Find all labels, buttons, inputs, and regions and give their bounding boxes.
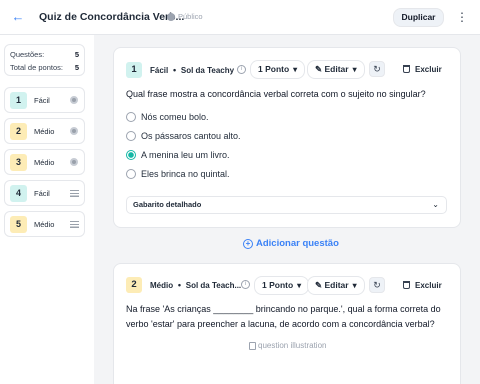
delete-button[interactable]: Excluir [403,281,442,290]
question-meta: Médio • Sol da Teach... [150,280,241,290]
chevron-down-icon: ▾ [293,65,298,74]
source-label: Sol da Teach... [185,281,242,290]
sidebar-question-1[interactable]: 1 Fácil [4,87,85,113]
answer-key-dropdown[interactable]: Gabarito detalhado ⌄ [126,196,447,214]
total-points-label: Total de pontos: [10,63,63,72]
duplicate-button[interactable]: Duplicar [393,8,444,27]
edit-label: Editar [324,64,349,74]
quiz-title[interactable]: Quiz de Concordância Verb... [39,11,184,23]
broken-image-icon [249,341,256,350]
question-number-badge: 5 [10,215,27,233]
chevron-down-icon: ▾ [352,65,357,74]
edit-dropdown[interactable]: ✎ Editar ▾ [307,276,365,295]
trash-icon [403,281,410,289]
add-question-button[interactable]: + Adicionar questão [243,238,339,249]
question-text-line-1: Na frase 'As crianças ________ brincando… [126,304,441,314]
question-difficulty: Médio [34,219,55,229]
back-arrow-icon[interactable]: ← [10,9,26,25]
questions-count-label: Questões: [10,50,45,59]
quiz-summary: Questões: 5 Total de pontos: 5 [4,44,85,76]
radio-button[interactable] [126,131,136,141]
image-alt-text: question illustration [258,341,327,350]
difficulty-label: Fácil [150,66,169,75]
question-difficulty: Fácil [34,188,50,198]
edit-label: Editar [324,280,349,290]
question-text-line-2: verbo 'estar' para preencher a lacuna, d… [126,319,435,329]
radio-button[interactable] [126,112,136,122]
chevron-down-icon: ▾ [352,281,357,290]
kebab-menu-icon[interactable]: ⋮ [455,9,469,25]
points-dropdown[interactable]: 1 Ponto ▾ [254,276,310,295]
text-lines-type-icon [70,220,79,228]
answer-key-label: Gabarito detalhado [133,200,202,209]
option-text: Nós comeu bolo. [141,112,209,122]
question-number-badge: 4 [10,184,27,202]
sidebar-question-2[interactable]: 2 Médio [4,118,85,144]
answer-option[interactable]: Nós comeu bolo. [126,112,209,122]
radio-button[interactable] [126,169,136,179]
points-value: 1 Ponto [258,64,290,74]
points-dropdown[interactable]: 1 Ponto ▾ [250,60,306,79]
question-number-badge: 2 [126,277,142,293]
radio-type-icon [70,158,78,166]
sidebar-question-5[interactable]: 5 Médio [4,211,85,237]
question-text: Qual frase mostra a concordância verbal … [126,89,426,99]
visibility-badge: Público [167,12,203,21]
add-question-label: Adicionar questão [256,238,339,249]
radio-type-icon [70,96,78,104]
points-value: 1 Ponto [262,280,294,290]
question-illustration: question illustration [249,341,326,350]
text-lines-type-icon [70,189,79,197]
visibility-label: Público [178,12,203,21]
info-icon[interactable]: i [237,65,246,74]
info-icon[interactable]: i [241,280,250,289]
question-difficulty: Fácil [34,95,50,105]
question-meta: Fácil • Sol da Teachy [150,65,234,75]
question-number-badge: 1 [10,91,27,109]
chevron-down-icon: ⌄ [432,200,439,209]
refresh-icon[interactable]: ↻ [369,61,385,77]
question-number-badge: 3 [10,153,27,171]
option-text: A menina leu um livro. [141,150,230,160]
question-number-badge: 2 [10,122,27,140]
answer-option-correct[interactable]: A menina leu um livro. [126,150,230,160]
delete-label: Excluir [415,281,442,290]
questions-count-value: 5 [74,50,79,59]
sidebar-question-4[interactable]: 4 Fácil [4,180,85,206]
question-difficulty: Médio [34,126,55,136]
plus-circle-icon: + [243,238,253,249]
chevron-down-icon: ▾ [297,281,302,290]
globe-icon [167,12,175,21]
option-text: Eles brinca no quintal. [141,169,230,179]
top-bar: ← Quiz de Concordância Verb... Público D… [0,0,480,35]
difficulty-label: Médio [150,281,174,290]
separator-dot: • [170,65,179,75]
trash-icon [403,65,410,73]
refresh-icon[interactable]: ↻ [369,277,385,293]
answer-option[interactable]: Eles brinca no quintal. [126,169,230,179]
option-text: Os pássaros cantou alto. [141,131,241,141]
sidebar-question-3[interactable]: 3 Médio [4,149,85,175]
separator-dot: • [175,280,184,290]
edit-dropdown[interactable]: ✎ Editar ▾ [307,60,365,79]
source-label: Sol da Teachy [180,66,235,75]
delete-label: Excluir [415,65,442,74]
answer-option[interactable]: Os pássaros cantou alto. [126,131,241,141]
question-difficulty: Médio [34,157,55,167]
delete-button[interactable]: Excluir [403,65,442,74]
radio-button-selected[interactable] [126,150,136,160]
radio-type-icon [70,127,78,135]
total-points-value: 5 [74,63,79,72]
question-number-badge: 1 [126,62,142,78]
